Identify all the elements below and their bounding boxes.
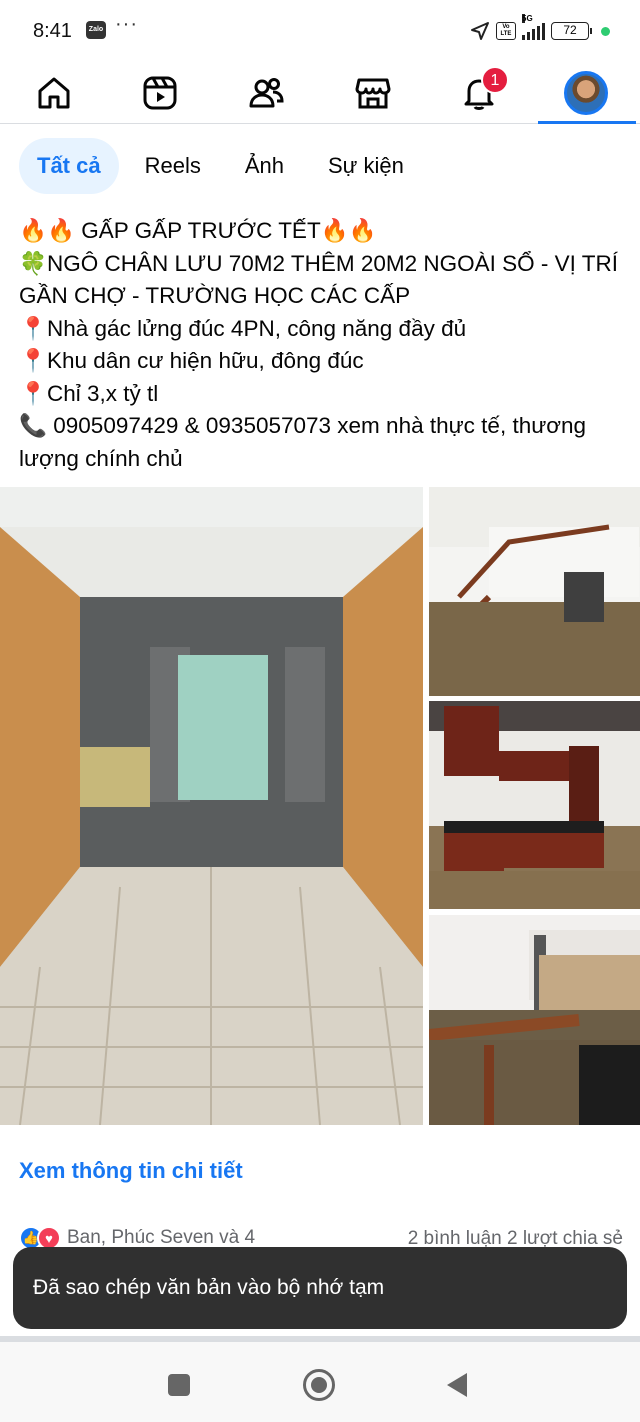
reactions-text: Ban, Phúc Seven và 4: [67, 1227, 256, 1248]
home-button-icon[interactable]: [303, 1369, 335, 1401]
tab-all[interactable]: Tất cả: [19, 138, 119, 194]
post-line-headline: 🔥🔥 GẤP GẤP TRƯỚC TẾT🔥🔥: [19, 218, 377, 243]
photo-main-illustration: [0, 487, 423, 1125]
nav-marketplace[interactable]: [345, 68, 401, 118]
battery-icon: 72: [551, 22, 592, 40]
nav-friends[interactable]: [238, 68, 294, 118]
system-navigation-bar: [0, 1342, 640, 1422]
photo-staircase[interactable]: [429, 487, 640, 696]
location-arrow-icon: [471, 22, 489, 40]
more-notifications-icon: ···: [115, 13, 138, 35]
post-line-price: 📍Chỉ 3,x tỷ tl: [19, 380, 159, 406]
reels-icon: [143, 76, 177, 110]
top-navigation: 1: [0, 62, 640, 124]
photo-mezzanine-illustration: [429, 915, 640, 1125]
photo-kitchen-illustration: [429, 701, 640, 909]
post-line-area: 📍Khu dân cư hiện hữu, đông đúc: [19, 348, 364, 373]
back-icon[interactable]: [447, 1373, 467, 1397]
marketplace-icon: [355, 78, 391, 109]
photo-mezzanine[interactable]: [429, 915, 640, 1125]
copied-toast: Đã sao chép văn bản vào bộ nhớ tạm: [13, 1247, 627, 1329]
photo-kitchen[interactable]: [429, 701, 640, 909]
status-indicators: Vo LTE 5G 72: [470, 14, 610, 44]
tab-photos[interactable]: Ảnh: [227, 138, 302, 194]
tab-events[interactable]: Sự kiện: [310, 138, 422, 194]
zalo-icon: Zalo: [86, 21, 106, 39]
notification-badge: 1: [481, 66, 509, 94]
post-line-house: 📍Nhà gác lửng đúc 4PN, công năng đầy đủ: [19, 315, 467, 341]
recent-apps-icon[interactable]: [168, 1374, 190, 1396]
home-icon: [38, 77, 70, 109]
view-details-link[interactable]: Xem thông tin chi tiết: [19, 1158, 243, 1184]
friends-icon: [249, 78, 284, 108]
privacy-indicator-icon: [601, 26, 610, 36]
photo-main[interactable]: [0, 487, 423, 1125]
toast-message: Đã sao chép văn bản vào bộ nhớ tạm: [33, 1276, 385, 1299]
photo-staircase-illustration: [429, 487, 640, 696]
signal-icon: 5G: [522, 14, 545, 40]
post-line-contact: 📞 0905097429 & 0935057073 xem nhà thực t…: [19, 413, 593, 471]
post-text[interactable]: 🔥🔥 GẤP GẤP TRƯỚC TẾT🔥🔥 🍀NGÔ CHÂN LƯU 70M…: [19, 215, 624, 475]
post-photos: [0, 487, 640, 1127]
network-type: 5G: [522, 14, 533, 23]
nav-reels[interactable]: [132, 68, 188, 118]
status-bar: 8:41 Zalo ··· Vo LTE 5G 72: [0, 0, 640, 62]
active-tab-indicator: [538, 121, 636, 124]
post-line-location: 🍀NGÔ CHÂN LƯU 70M2 THÊM 20M2 NGOÀI SỔ - …: [19, 250, 625, 309]
nav-notifications[interactable]: 1: [451, 66, 509, 118]
nav-profile[interactable]: [558, 68, 614, 118]
status-time: 8:41: [33, 20, 72, 42]
volte-icon: Vo LTE: [496, 22, 516, 40]
filter-tabs: Tất cả Reels Ảnh Sự kiện: [19, 138, 422, 194]
nav-home[interactable]: [26, 68, 82, 118]
tab-reels[interactable]: Reels: [127, 138, 219, 194]
avatar: [564, 71, 608, 115]
